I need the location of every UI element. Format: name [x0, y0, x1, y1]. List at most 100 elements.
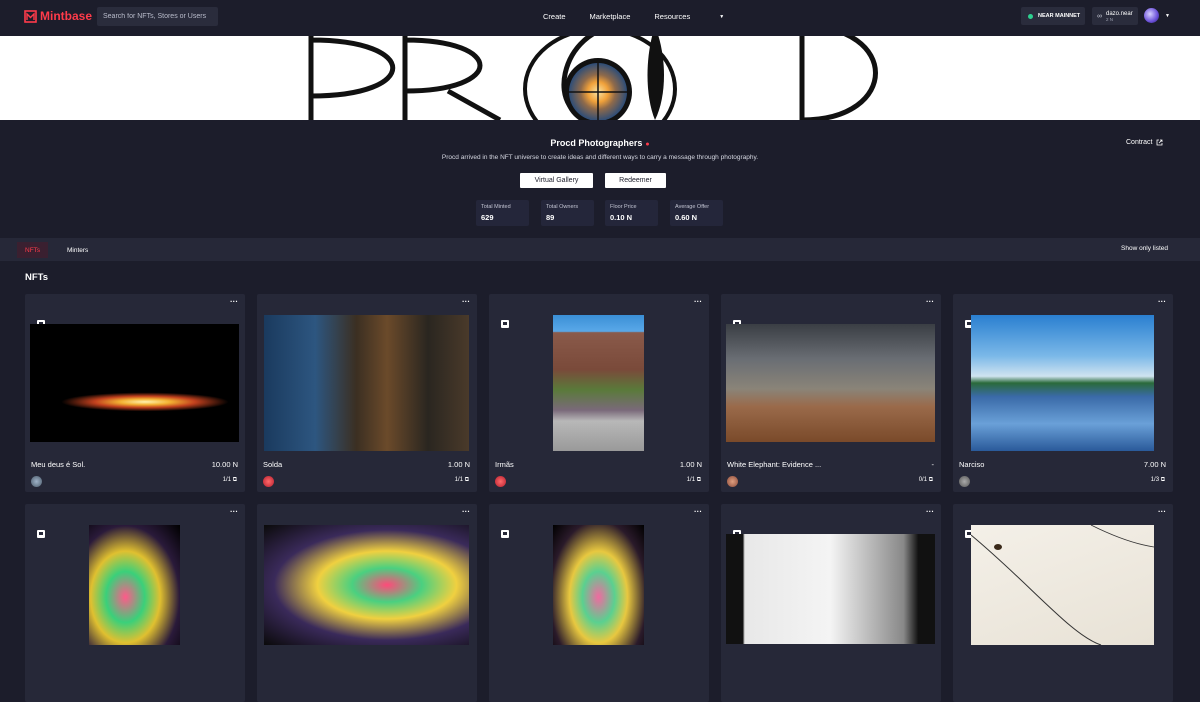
- more-options-icon[interactable]: ···: [230, 507, 238, 516]
- nav-link-resources-label: Resources: [654, 12, 691, 21]
- nav-link-resources[interactable]: Resources ▼: [654, 12, 748, 21]
- stat-label: Floor Price: [610, 204, 637, 210]
- stat-value: 0.60 N: [675, 213, 698, 222]
- editions-count: 1/1 ⧉: [455, 477, 469, 484]
- editions-value: 1/1: [454, 477, 464, 483]
- tab-minters[interactable]: Minters: [59, 242, 96, 258]
- nft-image[interactable]: [726, 534, 935, 644]
- store-title-text: Procd Photographers: [550, 138, 643, 148]
- owner-avatar[interactable]: [495, 476, 506, 487]
- nft-image[interactable]: [553, 525, 644, 645]
- stat-total-minted: Total Minted 629: [476, 200, 529, 226]
- network-status-dot: [1028, 13, 1033, 19]
- nav-link-create[interactable]: Create: [543, 12, 566, 21]
- more-options-icon[interactable]: ···: [926, 297, 934, 306]
- nft-image[interactable]: [264, 315, 469, 451]
- nft-card[interactable]: ··· Irmãs 1.00 N 1/1 ⧉: [489, 294, 709, 492]
- nft-name: Solda: [263, 460, 283, 469]
- owner-avatar[interactable]: [31, 476, 42, 487]
- nft-card[interactable]: ··· White Elephant: Evidence ... - 0/1 ⧉: [721, 294, 941, 492]
- nft-name: Meu deus é Sol.: [31, 460, 86, 469]
- contract-link[interactable]: Contract: [1126, 139, 1163, 146]
- show-only-listed-toggle[interactable]: Show only listed: [1121, 245, 1168, 252]
- media-type-icon: [501, 530, 509, 538]
- nft-image[interactable]: [970, 524, 1155, 646]
- editions-count: 1/1 ⧉: [687, 477, 701, 484]
- avatar[interactable]: [1144, 8, 1159, 23]
- media-type-icon: [501, 320, 509, 328]
- stat-average-offer: Average Offer 0.60 N: [670, 200, 723, 226]
- editions-value: 1/1: [686, 477, 696, 483]
- nft-image[interactable]: [726, 324, 935, 442]
- owner-avatar[interactable]: [263, 476, 274, 487]
- stat-label: Total Minted: [481, 204, 511, 210]
- editions-count: 1/3 ⧉: [1151, 477, 1165, 484]
- nft-card[interactable]: ··· Meu deus é Sol. 10.00 N 1/1 ⧉: [25, 294, 245, 492]
- nft-image[interactable]: [264, 525, 469, 645]
- nft-price: -: [931, 460, 935, 469]
- editions-count: 1/1 ⧉: [223, 477, 237, 484]
- account-chip[interactable]: ∞ dazo.near 2 N: [1092, 7, 1138, 25]
- more-options-icon[interactable]: ···: [694, 507, 702, 516]
- more-options-icon[interactable]: ···: [230, 297, 238, 306]
- mintbase-logo[interactable]: Mintbase: [24, 9, 92, 23]
- nft-image[interactable]: [553, 315, 644, 451]
- network-label: NEAR MAINNET: [1038, 13, 1081, 19]
- contract-label: Contract: [1126, 139, 1153, 146]
- stat-value: 89: [546, 213, 555, 222]
- copies-icon: ⧉: [696, 477, 701, 483]
- stat-floor-price: Floor Price 0.10 N: [605, 200, 658, 226]
- nav-links: Create Marketplace Resources ▼: [543, 12, 772, 21]
- wire-bird-artwork: [970, 524, 1155, 646]
- owner-avatar[interactable]: [959, 476, 970, 487]
- redeemer-button[interactable]: Redeemer: [605, 173, 666, 188]
- store-tabs: NFTs Minters Show only listed: [0, 238, 1200, 261]
- stat-value: 0.10 N: [610, 213, 633, 222]
- stat-label: Average Offer: [675, 204, 710, 210]
- account-balance: 2 N: [1106, 16, 1114, 22]
- section-title: NFTs: [25, 272, 49, 283]
- nft-price: 1.00 N: [679, 460, 702, 469]
- search-input[interactable]: [97, 7, 218, 26]
- editions-value: 1/3: [1150, 477, 1160, 483]
- more-options-icon[interactable]: ···: [462, 507, 470, 516]
- media-type-icon: [37, 530, 45, 538]
- mintbase-logo-icon: [24, 9, 37, 23]
- tab-nfts[interactable]: NFTs: [17, 242, 49, 258]
- nft-image[interactable]: [30, 324, 239, 442]
- nft-card[interactable]: ···: [257, 504, 477, 702]
- nft-card[interactable]: ··· Solda 1.00 N 1/1 ⧉: [257, 294, 477, 492]
- chevron-down-icon: ▼: [719, 14, 725, 21]
- nft-image[interactable]: [971, 315, 1154, 451]
- chevron-down-icon[interactable]: ▼: [1165, 13, 1170, 19]
- more-options-icon[interactable]: ···: [926, 507, 934, 516]
- verified-icon: ●: [645, 141, 650, 148]
- nft-card[interactable]: ···: [721, 504, 941, 702]
- nft-name: Irmãs: [495, 460, 514, 469]
- logo-text: Mintbase: [40, 9, 93, 23]
- nft-image[interactable]: [89, 525, 180, 645]
- nft-card[interactable]: ··· Narciso 7.00 N 1/3 ⧉: [953, 294, 1173, 492]
- store-title: Procd Photographers ●: [0, 138, 1200, 148]
- nav-link-marketplace[interactable]: Marketplace: [590, 12, 631, 21]
- virtual-gallery-button[interactable]: Virtual Gallery: [520, 173, 593, 188]
- nft-card[interactable]: ···: [953, 504, 1173, 702]
- account-info: dazo.near 2 N: [1106, 11, 1133, 22]
- more-options-icon[interactable]: ···: [694, 297, 702, 306]
- more-options-icon[interactable]: ···: [1158, 507, 1166, 516]
- nft-price: 7.00 N: [1143, 460, 1166, 469]
- editions-value: 0/1: [918, 477, 928, 483]
- nft-card[interactable]: ···: [489, 504, 709, 702]
- external-link-icon: [1157, 139, 1163, 146]
- nft-price: 10.00 N: [211, 460, 238, 469]
- network-badge[interactable]: NEAR MAINNET: [1021, 7, 1085, 25]
- stat-value: 629: [481, 213, 494, 222]
- more-options-icon[interactable]: ···: [1158, 297, 1166, 306]
- store-description: Procd arrived in the NFT universe to cre…: [441, 154, 759, 161]
- copies-icon: ⧉: [232, 477, 237, 483]
- store-banner: [0, 36, 1200, 120]
- owner-avatar[interactable]: [727, 476, 738, 487]
- nft-card[interactable]: ···: [25, 504, 245, 702]
- more-options-icon[interactable]: ···: [462, 297, 470, 306]
- link-icon: ∞: [1097, 12, 1102, 20]
